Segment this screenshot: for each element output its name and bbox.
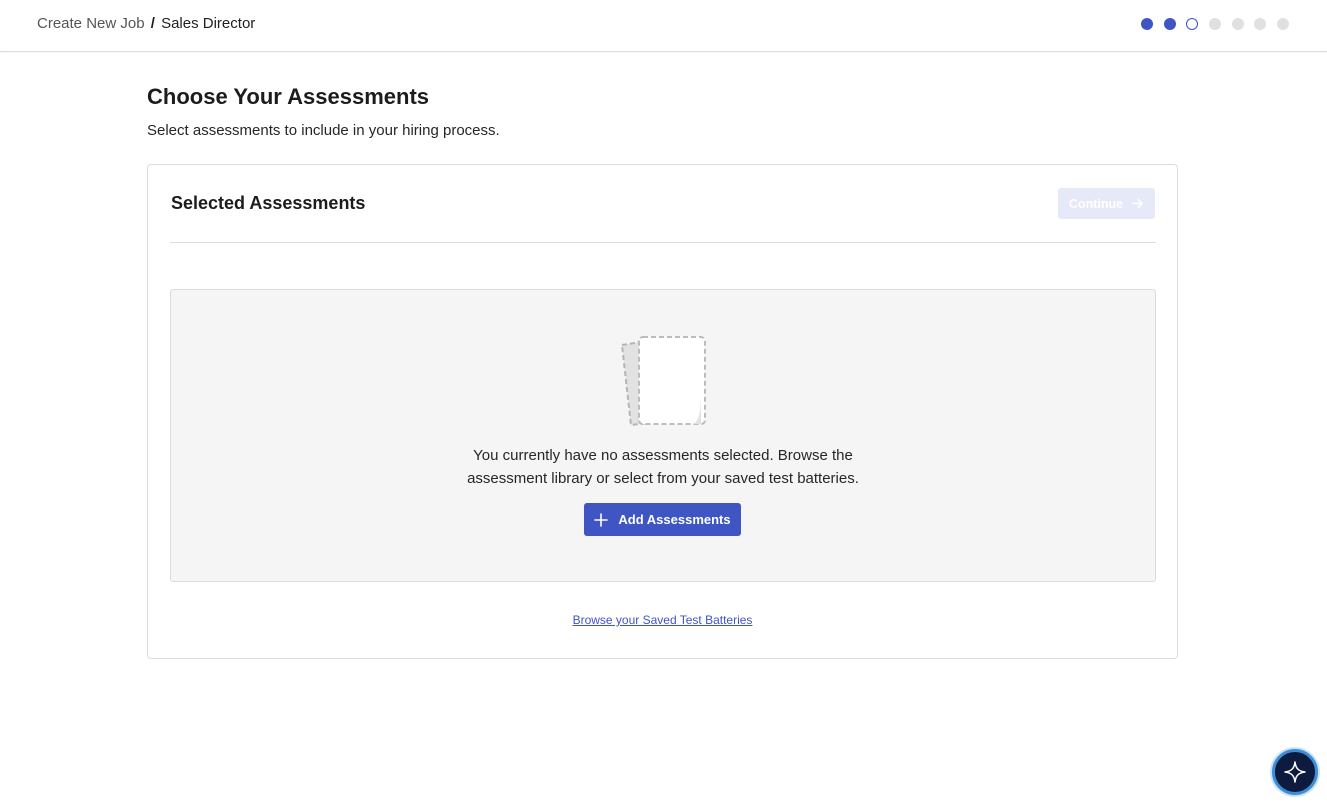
- page-title: Choose Your Assessments: [147, 84, 430, 109]
- browse-link-row: Browse your Saved Test Batteries: [148, 613, 1177, 627]
- empty-state-line-2: assessment library or select from your s…: [467, 470, 859, 487]
- breadcrumb-separator: /: [150, 15, 155, 32]
- sparkle-icon: [1284, 761, 1306, 783]
- empty-state: You currently have no assessments select…: [170, 289, 1156, 582]
- add-assessments-label: Add Assessments: [618, 512, 731, 527]
- arrow-right-icon: [1132, 199, 1143, 208]
- step-1-indicator: [1141, 18, 1153, 30]
- plus-icon: [594, 512, 609, 527]
- breadcrumb: Create New Job / Sales Director: [37, 15, 255, 33]
- breadcrumb-create-new-job[interactable]: Create New Job: [37, 15, 145, 32]
- selected-assessments-card: Selected Assessments Continue You curren…: [147, 164, 1178, 659]
- assistant-button[interactable]: [1272, 749, 1318, 795]
- step-2-indicator: [1163, 18, 1176, 30]
- progress-steps: [1141, 18, 1290, 30]
- continue-button[interactable]: Continue: [1058, 188, 1155, 219]
- step-4-indicator: [1209, 18, 1222, 30]
- card-divider: [170, 242, 1156, 243]
- card-title: Selected Assessments: [171, 193, 366, 213]
- continue-button-label: Continue: [1068, 196, 1124, 211]
- page-subtitle: Select assessments to include in your hi…: [147, 122, 500, 139]
- step-3-indicator: [1186, 18, 1199, 30]
- empty-state-line-1: You currently have no assessments select…: [473, 447, 853, 464]
- breadcrumb-current-job: Sales Director: [161, 15, 256, 32]
- add-assessments-button[interactable]: Add Assessments: [584, 503, 741, 536]
- empty-documents-icon: [620, 336, 706, 427]
- empty-state-message: You currently have no assessments select…: [171, 444, 1155, 490]
- step-6-indicator: [1254, 18, 1267, 30]
- step-5-indicator: [1231, 18, 1244, 30]
- step-7-indicator: [1277, 18, 1290, 30]
- top-bar: Create New Job / Sales Director: [0, 0, 1327, 52]
- browse-saved-test-batteries-link[interactable]: Browse your Saved Test Batteries: [573, 613, 753, 627]
